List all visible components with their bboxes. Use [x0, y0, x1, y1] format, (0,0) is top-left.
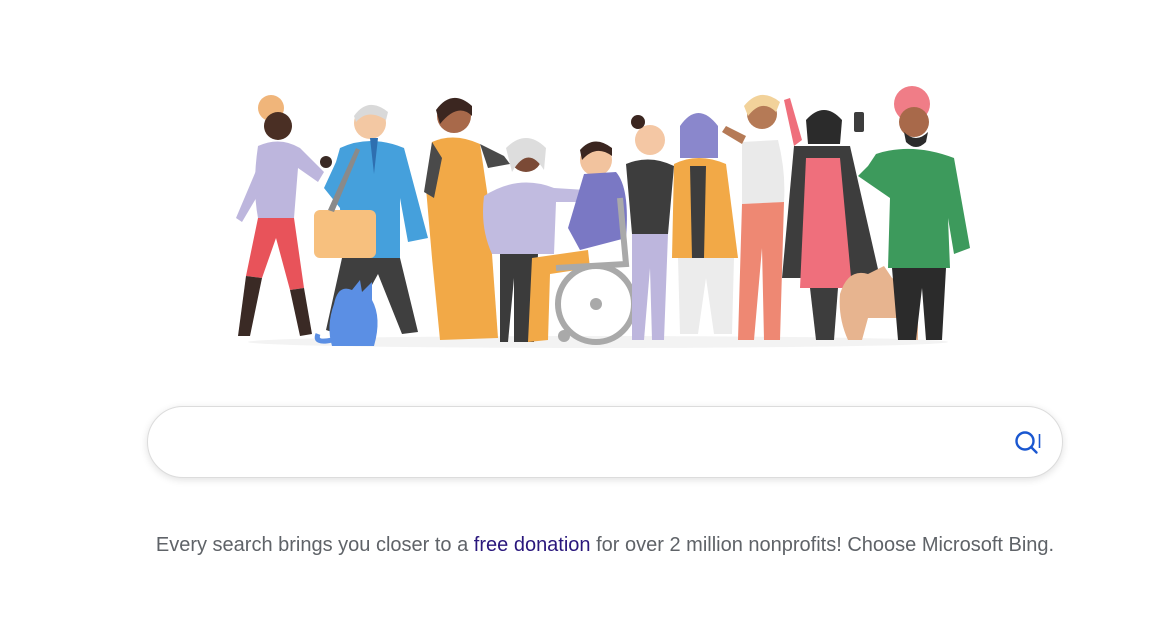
blue-cat — [314, 280, 378, 346]
diverse-people-illustration — [228, 78, 972, 350]
person-7 — [672, 113, 738, 334]
person-6 — [626, 115, 674, 340]
donation-tagline: Every search brings you closer to a free… — [127, 532, 1083, 558]
search-button[interactable] — [1012, 427, 1044, 459]
tagline-text-after: for over 2 million nonprofits! Choose Mi… — [590, 534, 1055, 556]
tagline-text-before: Every search brings you closer to a — [155, 534, 474, 556]
search-box[interactable] — [147, 406, 1063, 478]
search-icon — [1015, 431, 1041, 454]
search-input[interactable] — [176, 423, 1000, 465]
people-illustration — [236, 86, 970, 348]
page: Every search brings you closer to a free… — [0, 0, 1154, 636]
free-donation-link[interactable]: free donation — [474, 534, 591, 556]
